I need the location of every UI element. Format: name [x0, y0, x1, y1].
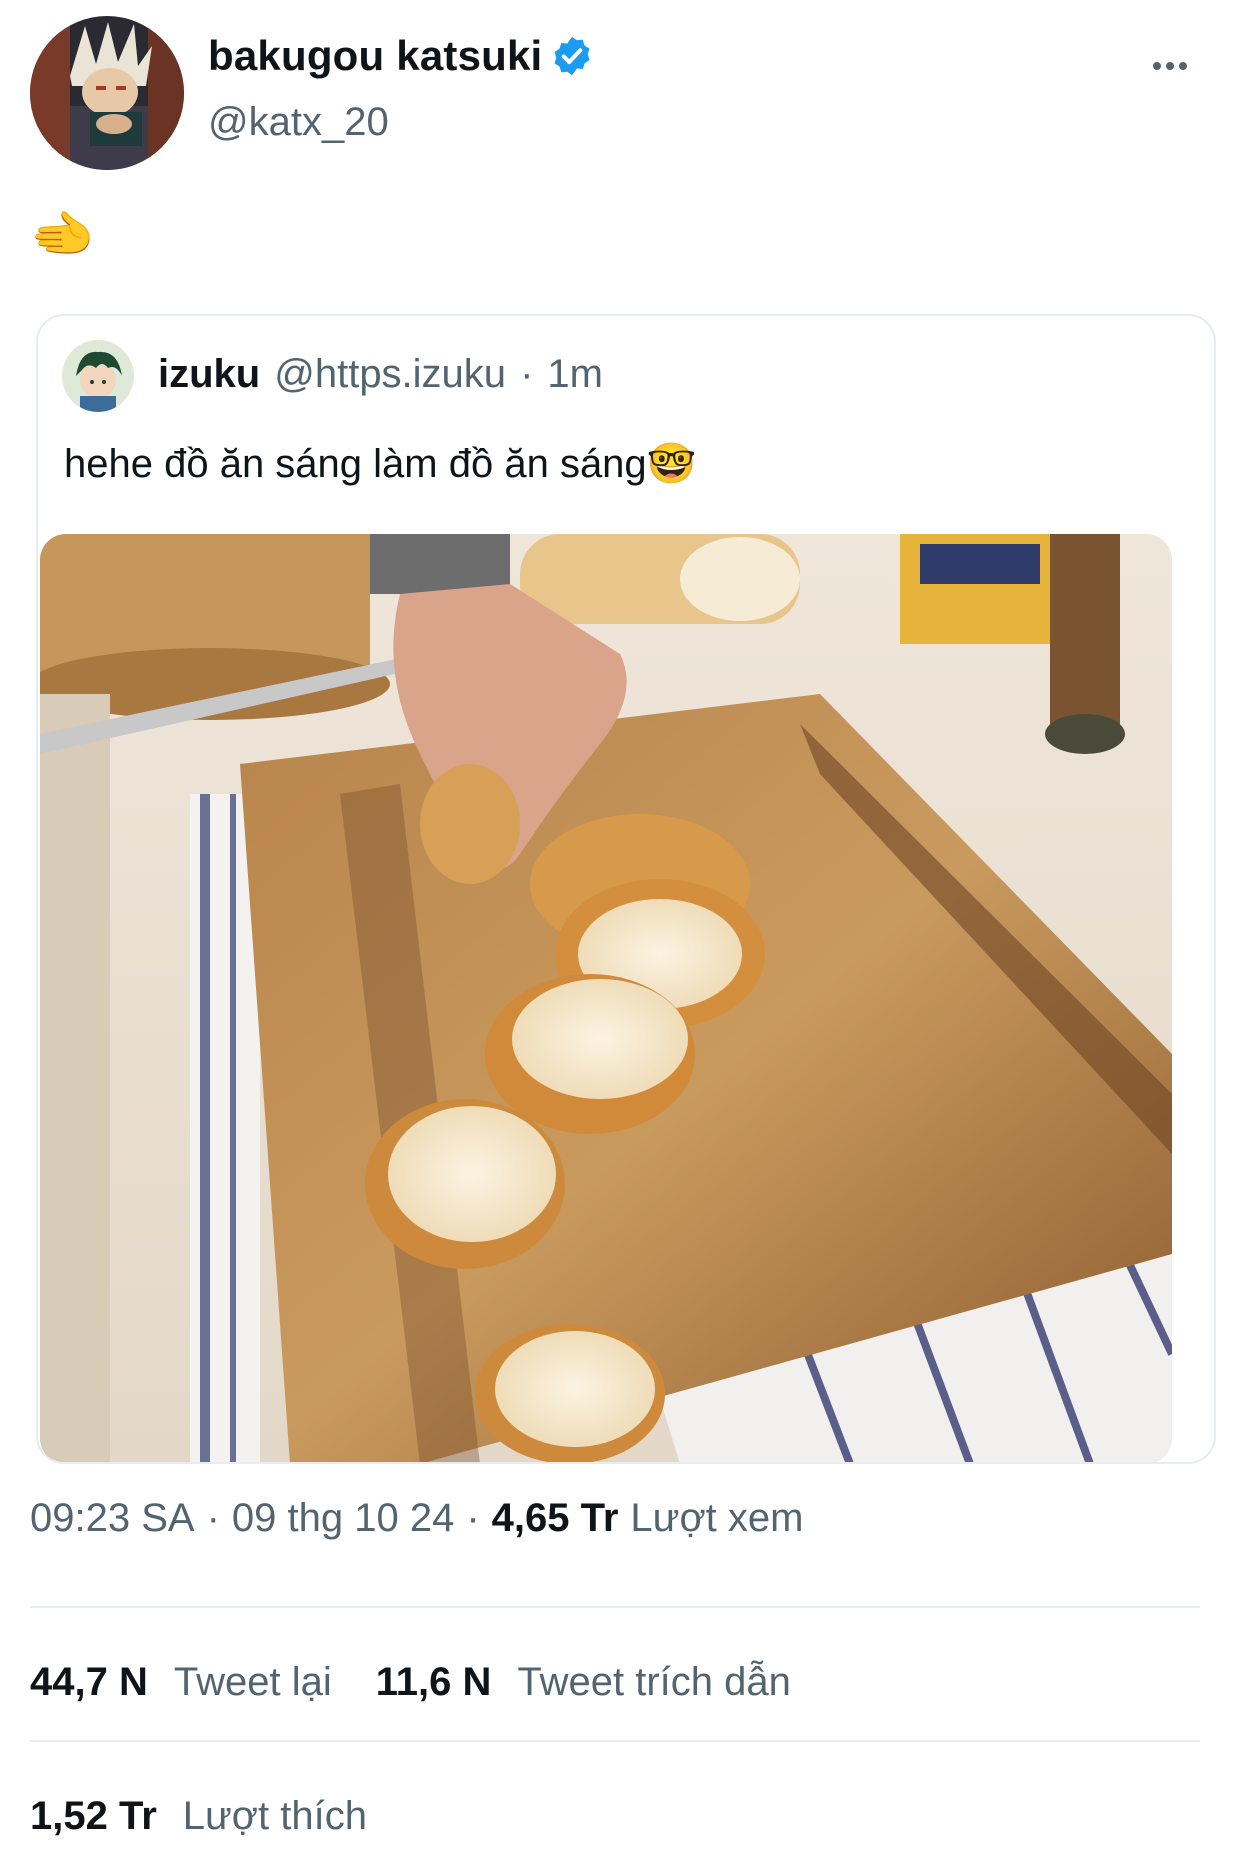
divider-top: [30, 1606, 1200, 1608]
izuku-avatar-icon: [62, 340, 134, 412]
quotes-stat[interactable]: 11,6 N Tweet trích dẫn: [376, 1660, 791, 1705]
meta-separator-1: ·: [206, 1496, 220, 1540]
retweet-quote-stats: 44,7 N Tweet lại 11,6 N Tweet trích dẫn: [30, 1660, 791, 1705]
quotes-count: 11,6 N: [375, 1660, 492, 1704]
bakugou-avatar-icon: [30, 16, 184, 170]
views-label: Lượt xem: [630, 1496, 804, 1540]
quotes-label: Tweet trích dẫn: [517, 1660, 791, 1704]
tweet-date[interactable]: 09 thg 10 24: [232, 1496, 454, 1541]
retweets-count: 44,7 N: [30, 1660, 148, 1704]
verified-badge-icon: [550, 34, 594, 78]
author-display-name[interactable]: bakugou katsuki: [208, 32, 542, 80]
likes-stat[interactable]: 1,52 Tr Lượt thích: [30, 1794, 367, 1839]
quoted-display-name[interactable]: izuku: [158, 352, 260, 397]
tweet-text: 🫲: [30, 206, 95, 264]
author-avatar[interactable]: [30, 16, 184, 170]
quoted-tweet-card[interactable]: izuku @https.izuku · 1m hehe đồ ăn sáng …: [36, 314, 1216, 1464]
quoted-tweet-text: hehe đồ ăn sáng làm đồ ăn sáng🤓: [64, 442, 697, 486]
quoted-author-avatar[interactable]: [62, 340, 134, 412]
author-handle[interactable]: @katx_20: [208, 100, 389, 145]
bread-cutting-board-photo-icon: [40, 534, 1172, 1462]
more-dots-icon: [1153, 62, 1187, 70]
meta-separator-2: ·: [466, 1496, 480, 1540]
quoted-separator: ·: [520, 352, 534, 396]
retweets-label: Tweet lại: [173, 1660, 332, 1704]
likes-label: Lượt thích: [182, 1794, 367, 1838]
quoted-handle[interactable]: @https.izuku: [274, 352, 506, 397]
quoted-timestamp[interactable]: 1m: [547, 352, 603, 397]
quoted-tweet-header[interactable]: izuku @https.izuku · 1m: [158, 352, 603, 397]
likes-count: 1,52 Tr: [30, 1794, 157, 1838]
tweet-time[interactable]: 09:23 SA: [30, 1496, 195, 1541]
likes-stats: 1,52 Tr Lượt thích: [30, 1794, 367, 1839]
author-name-row[interactable]: bakugou katsuki: [208, 32, 594, 80]
tweet-meta: 09:23 SA · 09 thg 10 24 · 4,65 Tr Lượt x…: [30, 1496, 803, 1541]
quoted-tweet-photo[interactable]: [40, 534, 1172, 1462]
divider-middle: [30, 1740, 1200, 1742]
retweets-stat[interactable]: 44,7 N Tweet lại: [30, 1660, 332, 1705]
more-options-button[interactable]: [1140, 48, 1200, 84]
views-count: 4,65 Tr: [491, 1496, 619, 1540]
